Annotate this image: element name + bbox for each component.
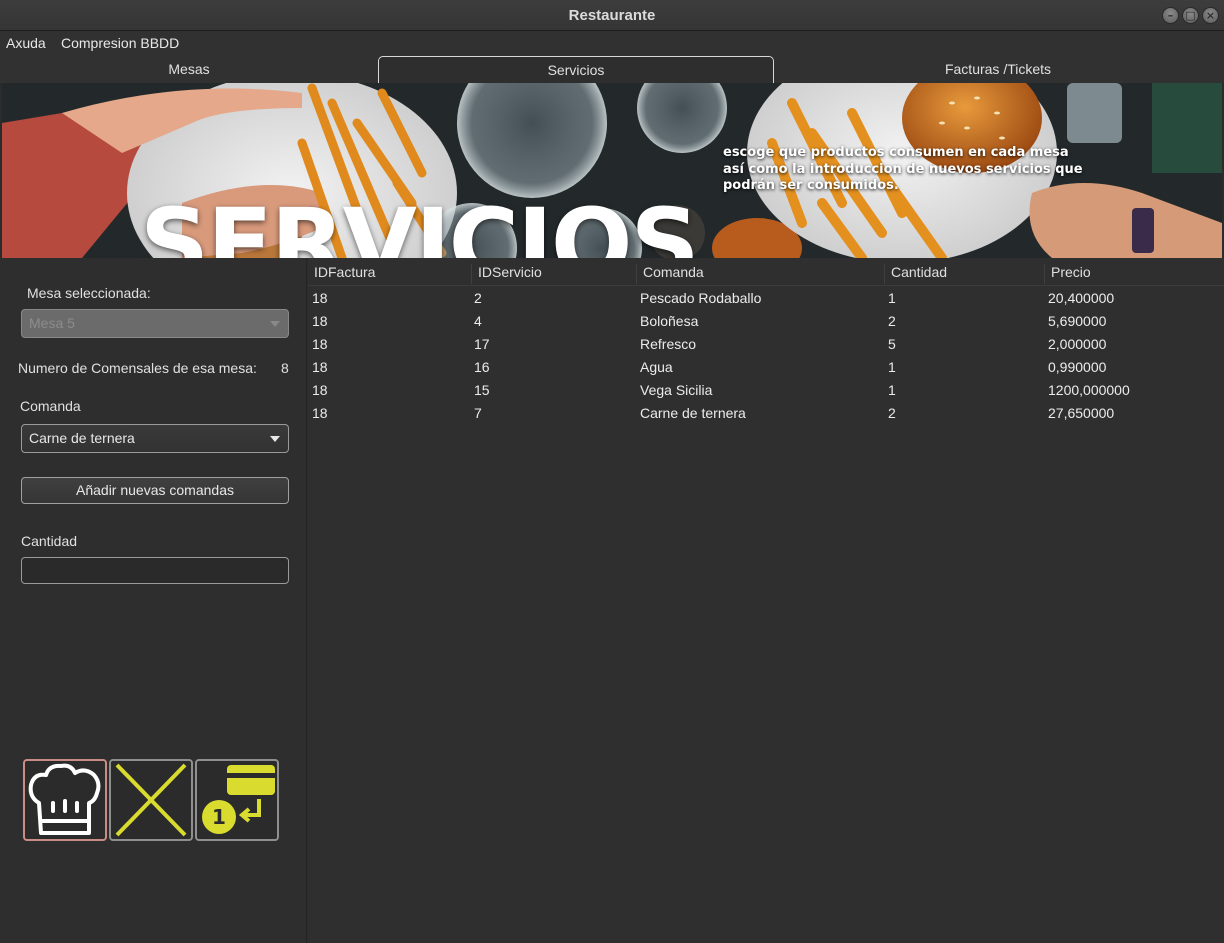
- table-cell-idfactura: 18: [312, 290, 328, 306]
- table-cell-idfactura: 18: [312, 382, 328, 398]
- table-cell-comanda: Vega Sicilia: [640, 382, 713, 398]
- table-row[interactable]: 18 7 Carne de ternera 2 27,650000: [308, 402, 1224, 425]
- comanda-select[interactable]: Carne de ternera: [21, 424, 289, 453]
- table-header: IDFactura IDServicio Comanda Cantidad Pr…: [308, 258, 1224, 286]
- table-cell-idservicio: 2: [474, 290, 482, 306]
- table-cell-idfactura: 18: [312, 336, 328, 352]
- table-cell-precio: 20,400000: [1048, 290, 1115, 306]
- chevron-down-icon: [270, 321, 280, 327]
- table-cell-idfactura: 18: [312, 359, 328, 375]
- table-cell-idfactura: 18: [312, 405, 328, 421]
- table-row[interactable]: 18 16 Agua 1 0,990000: [308, 356, 1224, 379]
- table-cell-idservicio: 15: [474, 382, 490, 398]
- menu-compresion-bbdd[interactable]: Compresion BBDD: [61, 35, 179, 51]
- table-row[interactable]: 18 2 Pescado Rodaballo 1 20,400000: [308, 287, 1224, 310]
- table-cell-cantidad: 2: [888, 405, 896, 421]
- menu-axuda[interactable]: Axuda: [6, 35, 46, 51]
- left-panel: Mesa seleccionada: Mesa 5 Numero de Come…: [0, 258, 307, 943]
- payment-card-icon: 1: [202, 765, 275, 834]
- menu-bar: Axuda Compresion BBDD: [0, 31, 1224, 55]
- comensales-label: Numero de Comensales de esa mesa:: [18, 360, 257, 376]
- minimize-icon[interactable]: –: [1162, 7, 1179, 24]
- table-row[interactable]: 18 17 Refresco 5 2,000000: [308, 333, 1224, 356]
- table-cell-comanda: Agua: [640, 359, 673, 375]
- column-header-idservicio[interactable]: IDServicio: [471, 264, 636, 284]
- table-cell-cantidad: 1: [888, 290, 896, 306]
- table-cell-precio: 2,000000: [1048, 336, 1107, 352]
- table-cell-idservicio: 16: [474, 359, 490, 375]
- chevron-down-icon: [270, 436, 280, 442]
- table-cell-idfactura: 18: [312, 313, 328, 329]
- tab-bar: Mesas Servicios Facturas /Tickets: [0, 55, 1224, 83]
- table-row[interactable]: 18 4 Boloñesa 2 5,690000: [308, 310, 1224, 333]
- cross-icon: [115, 763, 187, 837]
- banner-description-line: así como la introduccion de nuevos servi…: [723, 161, 1083, 177]
- table-cell-comanda: Refresco: [640, 336, 697, 352]
- table-cell-idservicio: 4: [474, 313, 482, 329]
- servicios-table[interactable]: IDFactura IDServicio Comanda Cantidad Pr…: [308, 258, 1224, 943]
- title-bar: Restaurante – □ ×: [0, 0, 1224, 31]
- table-cell-cantidad: 5: [888, 336, 896, 352]
- table-cell-comanda: Boloñesa: [640, 313, 699, 329]
- banner-description-line: escoge que productos consumen en cada me…: [723, 145, 1069, 160]
- column-header-idfactura[interactable]: IDFactura: [308, 264, 470, 284]
- cantidad-input[interactable]: [21, 557, 289, 584]
- table-cell-cantidad: 2: [888, 313, 896, 329]
- comensales-value: 8: [281, 360, 289, 376]
- comanda-select-value: Carne de ternera: [29, 430, 135, 446]
- table-cell-precio: 27,650000: [1048, 405, 1115, 421]
- cantidad-label: Cantidad: [21, 533, 78, 549]
- table-cell-cantidad: 1: [888, 382, 896, 398]
- mesa-select[interactable]: Mesa 5: [21, 309, 289, 338]
- table-cell-cantidad: 1: [888, 359, 896, 375]
- payment-button[interactable]: 1: [195, 759, 279, 841]
- comanda-label: Comanda: [20, 398, 81, 414]
- add-comandas-button[interactable]: Añadir nuevas comandas: [21, 477, 289, 504]
- servicios-banner: SERVICIOS escoge que productos consumen …: [2, 83, 1222, 258]
- table-cell-precio: 0,990000: [1048, 359, 1107, 375]
- close-icon[interactable]: ×: [1202, 7, 1219, 24]
- chef-hat-icon: [28, 763, 101, 835]
- banner-heading: SERVICIOS: [140, 188, 700, 258]
- banner-description-line: podrán ser consumidos.: [723, 178, 899, 193]
- column-header-cantidad[interactable]: Cantidad: [884, 264, 1044, 284]
- svg-text:1: 1: [212, 805, 226, 829]
- chef-button[interactable]: [23, 759, 107, 841]
- table-row[interactable]: 18 15 Vega Sicilia 1 1200,000000: [308, 379, 1224, 402]
- table-cell-precio: 1200,000000: [1048, 382, 1130, 398]
- table-cell-idservicio: 7: [474, 405, 482, 421]
- column-header-comanda[interactable]: Comanda: [636, 264, 885, 284]
- column-header-precio[interactable]: Precio: [1044, 264, 1224, 284]
- tab-servicios[interactable]: Servicios: [378, 56, 774, 83]
- table-cell-comanda: Pescado Rodaballo: [640, 290, 762, 306]
- mesa-select-value: Mesa 5: [29, 315, 75, 331]
- table-cell-precio: 5,690000: [1048, 313, 1107, 329]
- tab-mesas[interactable]: Mesas: [2, 56, 376, 83]
- maximize-icon[interactable]: □: [1182, 7, 1199, 24]
- mesa-label: Mesa seleccionada:: [27, 285, 151, 301]
- table-cell-comanda: Carne de ternera: [640, 405, 746, 421]
- table-cell-idservicio: 17: [474, 336, 490, 352]
- window-title: Restaurante: [568, 7, 656, 24]
- delete-button[interactable]: [109, 759, 193, 841]
- banner-description: escoge que productos consumen en cada me…: [723, 145, 1103, 195]
- tab-facturas-tickets[interactable]: Facturas /Tickets: [776, 56, 1220, 83]
